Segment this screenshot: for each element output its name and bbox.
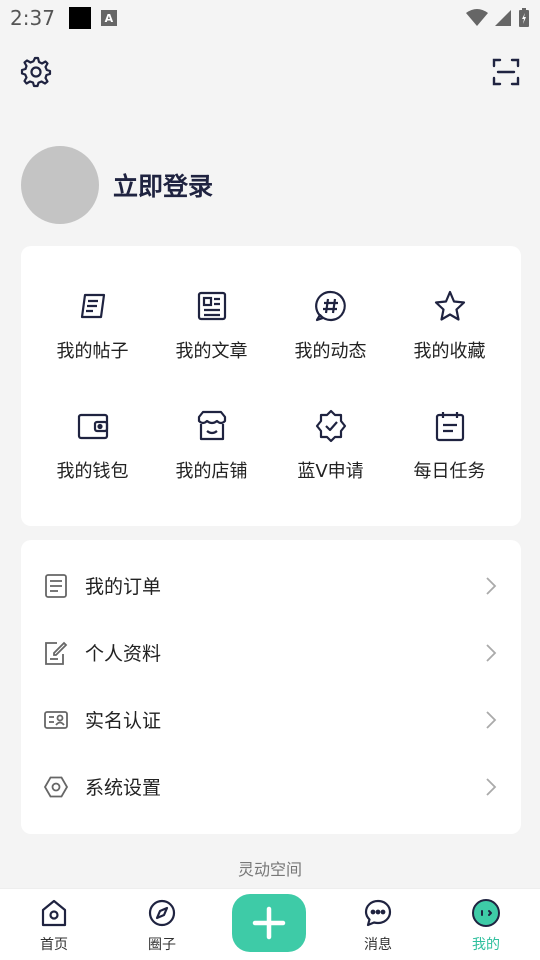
gear-icon: [20, 56, 52, 88]
grid-item-my-wallet[interactable]: 我的钱包: [33, 386, 152, 506]
post-icon: [80, 293, 105, 319]
article-icon: [197, 291, 226, 321]
profile-header[interactable]: 立即登录: [21, 146, 213, 224]
wifi-icon: [466, 9, 488, 26]
grid-item-my-store[interactable]: 我的店铺: [152, 386, 271, 506]
grid-item-my-activity[interactable]: 我的动态: [271, 266, 390, 386]
chevron-right-icon: [486, 643, 497, 662]
calendar-icon: [435, 412, 464, 442]
chat-bubble-icon: [364, 899, 392, 927]
chevron-right-icon: [486, 777, 497, 796]
grid-label: 我的店铺: [175, 461, 248, 482]
grid-item-daily-tasks[interactable]: 每日任务: [390, 386, 509, 506]
menu-item-my-orders[interactable]: 我的订单: [21, 552, 521, 619]
home-icon: [41, 899, 67, 927]
tab-mine[interactable]: 我的: [441, 898, 531, 954]
menu-label: 我的订单: [85, 576, 162, 598]
settings-button[interactable]: [20, 56, 52, 88]
grid-item-my-posts[interactable]: 我的帖子: [33, 266, 152, 386]
tab-label: 圈子: [148, 937, 176, 953]
grid-item-blue-v-apply[interactable]: 蓝V申请: [271, 386, 390, 506]
scan-icon: [492, 58, 520, 86]
verified-badge-icon: [315, 409, 346, 443]
compass-icon: [148, 899, 176, 927]
a-badge-icon: A: [100, 10, 117, 26]
chevron-right-icon: [486, 576, 497, 595]
store-icon: [197, 410, 226, 441]
id-card-icon: [44, 710, 68, 729]
chevron-right-icon: [486, 710, 497, 729]
menu-item-profile-info[interactable]: 个人资料: [21, 619, 521, 686]
footer-brand: 灵动空间: [237, 860, 302, 879]
grid-label: 我的钱包: [56, 461, 129, 482]
hashtag-bubble-icon: [314, 290, 346, 322]
grid-label: 我的帖子: [56, 341, 129, 362]
feature-grid: 我的帖子 我的文章 我的动态 我的收藏 我的钱包 我的店铺 蓝V申请 每日任务: [21, 246, 521, 526]
menu-item-real-name-verification[interactable]: 实名认证: [21, 686, 521, 753]
tab-label: 消息: [364, 937, 392, 953]
tab-circle[interactable]: 圈子: [117, 898, 207, 954]
tab-label: 我的: [472, 937, 500, 953]
login-link[interactable]: 立即登录: [113, 167, 213, 203]
grid-item-my-articles[interactable]: 我的文章: [152, 266, 271, 386]
create-post-button[interactable]: [232, 894, 306, 952]
grid-label: 每日任务: [413, 461, 486, 482]
menu-label: 实名认证: [85, 710, 162, 732]
tab-messages[interactable]: 消息: [333, 898, 423, 954]
tab-label: 首页: [40, 937, 68, 953]
signal-icon: [495, 10, 511, 26]
grid-item-my-favorites[interactable]: 我的收藏: [390, 266, 509, 386]
star-icon: [434, 290, 465, 321]
avatar[interactable]: [21, 146, 99, 224]
battery-icon: [519, 8, 529, 27]
grid-label: 我的动态: [294, 341, 367, 362]
face-icon: [472, 899, 500, 927]
menu-list: 我的订单 个人资料 实名认证 系统设置: [21, 540, 521, 834]
tab-home[interactable]: 首页: [9, 898, 99, 954]
plus-icon: [252, 906, 286, 940]
order-list-icon: [45, 573, 67, 598]
edit-document-icon: [45, 641, 68, 665]
wallet-icon: [77, 413, 108, 440]
menu-label: 系统设置: [85, 777, 162, 799]
menu-label: 个人资料: [85, 643, 162, 665]
grid-label: 我的收藏: [413, 341, 486, 362]
scan-button[interactable]: [490, 56, 522, 88]
hexagon-settings-icon: [43, 776, 69, 797]
status-bar: 2:37 A: [0, 0, 540, 36]
menu-item-system-settings[interactable]: 系统设置: [21, 753, 521, 820]
grid-label: 蓝V申请: [297, 461, 364, 482]
status-time: 2:37: [10, 6, 55, 30]
notification-icon: [68, 7, 91, 29]
grid-label: 我的文章: [175, 341, 248, 362]
